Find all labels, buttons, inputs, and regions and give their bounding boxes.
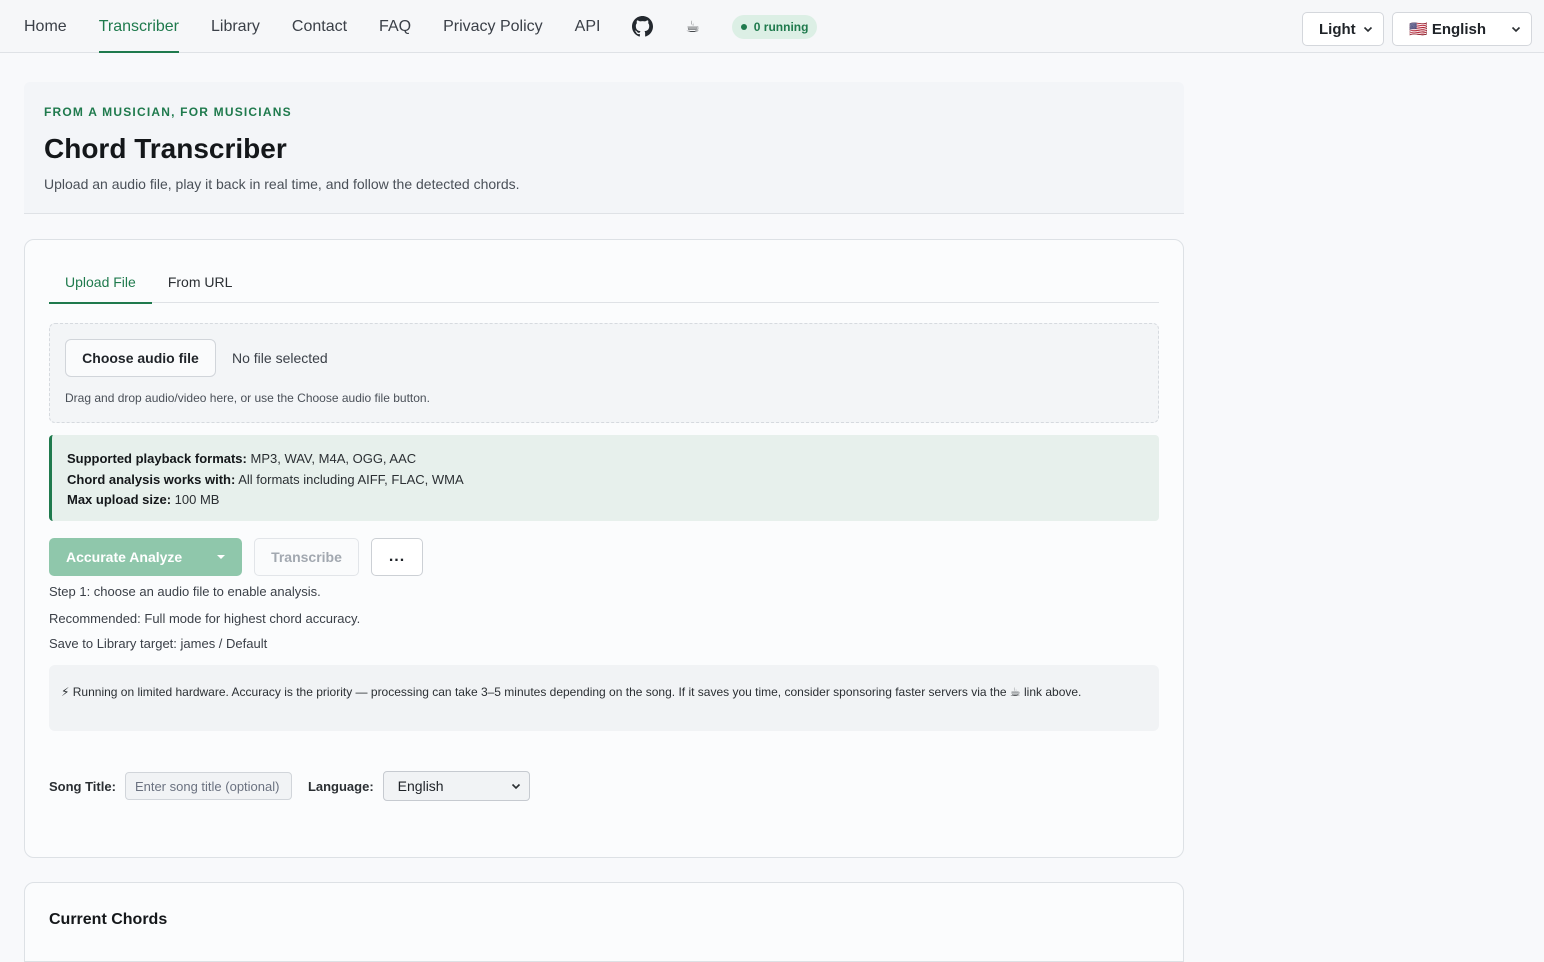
nav-link-faq[interactable]: FAQ [379,0,411,53]
file-status: No file selected [232,350,328,366]
nav-link-contact[interactable]: Contact [292,0,347,53]
nav-link-library[interactable]: Library [211,0,260,53]
song-options-row: Song Title: Language: English [49,771,530,801]
language-dropdown-value: English [397,778,444,794]
accurate-analyze-label: Accurate Analyze [66,549,183,565]
page-title: Chord Transcriber [44,133,287,164]
theme-select[interactable]: Light [1302,12,1384,46]
chevron-down-icon [1511,26,1521,33]
transcribe-button[interactable]: Transcribe [254,538,359,576]
transcriber-panel: Upload File From URL Choose audio file N… [24,239,1184,858]
hardware-notice: ⚡ Running on limited hardware. Accuracy … [49,665,1159,731]
chevron-down-icon [511,783,520,790]
current-chords-title: Current Chords [49,911,168,928]
page-subtitle: Upload an audio file, play it back in re… [44,176,520,192]
nav-links: Home Transcriber Library Contact FAQ Pri… [24,0,818,53]
current-chords-panel: Current Chords [24,882,1184,962]
file-dropzone[interactable]: Choose audio file No file selected Drag … [49,323,1159,423]
running-jobs-label: 0 running [753,19,809,34]
language-dropdown[interactable]: English [382,771,530,801]
eyebrow-tagline: FROM A MUSICIAN, FOR MUSICIANS [44,105,292,119]
nav-link-api[interactable]: API [575,0,601,53]
caret-down-icon[interactable] [217,555,225,559]
language-select-value: 🇺🇸 English [1409,21,1487,38]
song-title-input[interactable] [124,772,292,800]
supported-formats-info: Supported playback formats: MP3, WAV, M4… [49,435,1159,521]
song-title-label: Song Title: [49,778,116,794]
step-hint: Step 1: choose an audio file to enable a… [49,584,321,599]
theme-select-value: Light [1319,20,1356,38]
top-navigation: Home Transcriber Library Contact FAQ Pri… [0,0,1544,53]
choose-audio-file-button[interactable]: Choose audio file [65,339,216,377]
tab-upload-file[interactable]: Upload File [49,264,152,304]
max-upload-line: Max upload size: 100 MB [67,492,220,507]
github-icon[interactable] [632,0,654,53]
recommendation-hint: Recommended: Full mode for highest chord… [49,611,361,626]
coffee-icon[interactable]: ☕ [685,0,699,53]
status-dot-icon [740,23,747,30]
chevron-down-icon [1363,26,1373,33]
library-target: Save to Library target: james / Default [49,636,268,651]
tab-from-url[interactable]: From URL [152,264,249,303]
nav-link-privacy-policy[interactable]: Privacy Policy [443,0,543,53]
language-select[interactable]: 🇺🇸 English [1392,12,1532,46]
page-header: FROM A MUSICIAN, FOR MUSICIANS Chord Tra… [24,82,1184,214]
language-label: Language: [307,778,374,794]
nav-link-home[interactable]: Home [24,0,67,53]
dropzone-hint: Drag and drop audio/video here, or use t… [65,391,430,405]
playback-formats-line: Supported playback formats: MP3, WAV, M4… [67,451,417,466]
running-jobs-badge: 0 running [731,14,818,39]
nav-link-transcriber[interactable]: Transcriber [98,0,180,53]
accurate-analyze-button[interactable]: Accurate Analyze [49,538,242,576]
more-options-button[interactable]: ... [371,538,423,576]
source-tabs: Upload File From URL [49,264,1159,304]
action-buttons: Accurate Analyze Transcribe ... [49,538,423,576]
analysis-formats-line: Chord analysis works with: All formats i… [67,471,464,487]
